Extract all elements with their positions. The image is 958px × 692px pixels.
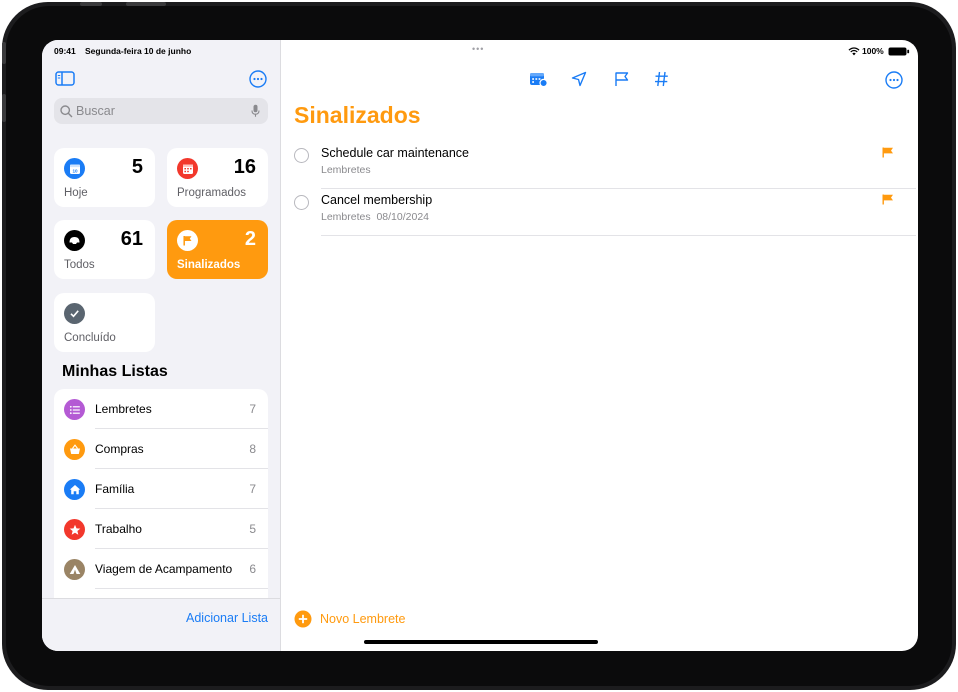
scheduled-count: 16 <box>233 156 256 178</box>
all-count: 61 <box>120 228 143 250</box>
my-lists: Lembretes 7 Compras 8 Família 7 Trabalho… <box>54 389 268 601</box>
star-icon <box>64 519 85 540</box>
screen: 09:41 Segunda-feira 10 de junho Buscar 1… <box>42 40 918 651</box>
main-content: Sinalizados Schedule car maintenance Lem… <box>280 40 918 651</box>
task-complete-toggle[interactable] <box>294 195 309 210</box>
scheduled-label: Programados <box>177 187 247 199</box>
task-title[interactable]: Schedule car maintenance <box>321 146 469 160</box>
task-complete-toggle[interactable] <box>294 148 309 163</box>
page-title: Sinalizados <box>294 102 421 128</box>
svg-text:10: 10 <box>72 168 78 173</box>
calendar-grid-icon <box>177 158 198 179</box>
search-placeholder: Buscar <box>76 104 115 118</box>
task-title[interactable]: Cancel membership <box>321 193 432 207</box>
list-item-compras[interactable]: Compras 8 <box>54 429 268 469</box>
list-label: Compras <box>95 442 144 456</box>
list-count: 8 <box>249 442 256 456</box>
house-icon <box>64 479 85 500</box>
smart-list-today[interactable]: 10 5 Hoje <box>54 148 155 207</box>
list-count: 7 <box>249 402 256 416</box>
list-item-viagem[interactable]: Viagem de Acampamento 6 <box>54 549 268 589</box>
sidebar-more-icon[interactable] <box>248 69 268 89</box>
tray-icon <box>64 230 85 251</box>
today-label: Hoje <box>64 187 88 199</box>
checkmark-icon <box>64 303 85 324</box>
task-subtitle: Lembretes <box>321 164 371 176</box>
search-icon <box>60 105 73 118</box>
list-label: Lembretes <box>95 402 152 416</box>
list-label: Viagem de Acampamento <box>95 562 233 576</box>
task-separator <box>321 235 916 236</box>
calendar-today-icon: 10 <box>64 158 85 179</box>
tent-icon <box>64 559 85 580</box>
sidebar-toggle-icon[interactable] <box>54 69 76 87</box>
all-label: Todos <box>64 259 95 271</box>
flag-icon[interactable] <box>882 147 894 158</box>
task-subtitle: Lembretes 08/10/2024 <box>321 211 429 223</box>
smart-list-completed[interactable]: Concluído <box>54 293 155 352</box>
smart-list-flagged[interactable]: 2 Sinalizados <box>167 220 268 279</box>
list-label: Trabalho <box>95 522 142 536</box>
list-item-lembretes[interactable]: Lembretes 7 <box>54 389 268 429</box>
new-reminder-label: Novo Lembrete <box>320 612 406 626</box>
list-item-familia[interactable]: Família 7 <box>54 469 268 509</box>
sidebar: 09:41 Segunda-feira 10 de junho Buscar 1… <box>42 40 281 651</box>
list-count: 5 <box>249 522 256 536</box>
list-label: Família <box>95 482 135 496</box>
list-separator <box>95 588 268 589</box>
task-row[interactable]: Cancel membership Lembretes 08/10/2024 <box>294 189 916 236</box>
status-date: Segunda-feira 10 de junho <box>85 46 192 56</box>
list-bullet-icon <box>64 399 85 420</box>
flagged-count: 2 <box>244 228 256 250</box>
my-lists-heading: Minhas Listas <box>62 363 168 380</box>
home-indicator[interactable] <box>364 640 598 644</box>
search-input[interactable]: Buscar <box>54 98 268 124</box>
plus-circle-icon <box>294 610 312 628</box>
smart-list-all[interactable]: 61 Todos <box>54 220 155 279</box>
microphone-icon[interactable] <box>251 104 260 118</box>
flagged-label: Sinalizados <box>177 259 241 271</box>
list-count: 7 <box>249 482 256 496</box>
list-count: 6 <box>249 562 256 576</box>
smart-list-scheduled[interactable]: 16 Programados <box>167 148 268 207</box>
status-time: 09:41 <box>54 46 76 56</box>
list-item-trabalho[interactable]: Trabalho 5 <box>54 509 268 549</box>
flag-icon <box>177 230 198 251</box>
basket-icon <box>64 439 85 460</box>
completed-label: Concluído <box>64 332 116 344</box>
task-row[interactable]: Schedule car maintenance Lembretes <box>294 142 916 189</box>
add-list-button[interactable]: Adicionar Lista <box>186 611 268 625</box>
sidebar-footer: Adicionar Lista <box>42 598 280 651</box>
today-count: 5 <box>131 156 143 178</box>
flag-icon[interactable] <box>882 194 894 205</box>
